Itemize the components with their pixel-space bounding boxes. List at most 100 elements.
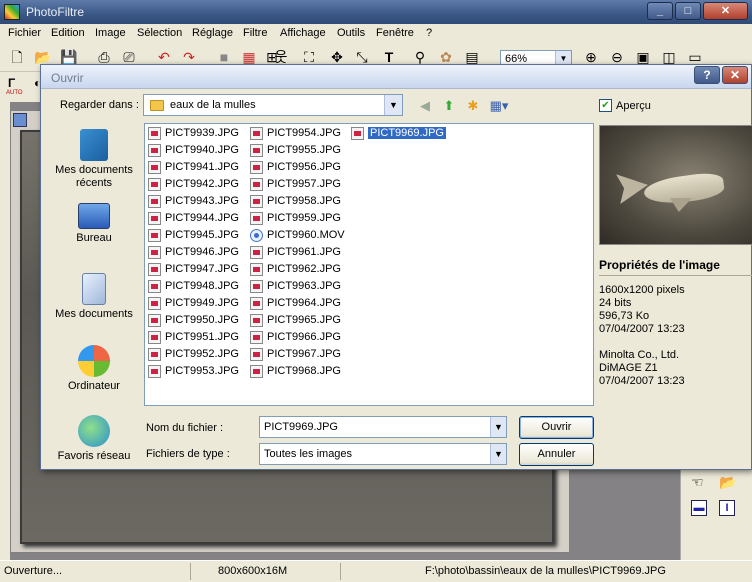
preview-checkbox[interactable]: ✔ [599, 99, 612, 112]
left-panel [0, 102, 10, 560]
new-icon[interactable]: 🗋 [8, 49, 26, 66]
menu-image[interactable]: Image [95, 27, 126, 39]
file-name: PICT9954.JPG [267, 127, 341, 139]
file-item[interactable]: PICT9952.JPG [147, 347, 239, 362]
file-name: PICT9946.JPG [165, 246, 239, 258]
preview-fish-tail [616, 170, 650, 204]
auto-levels-icon[interactable]: Γ [8, 76, 15, 90]
maximize-button[interactable]: □ [675, 2, 701, 20]
file-item[interactable]: PICT9960.MOV [249, 228, 345, 243]
file-item[interactable]: PICT9940.JPG [147, 143, 239, 158]
open-button[interactable]: Ouvrir [519, 416, 594, 439]
menu-affichage[interactable]: Affichage [280, 27, 326, 39]
menu-edition[interactable]: Edition [51, 27, 85, 39]
file-item[interactable]: PICT9946.JPG [147, 245, 239, 260]
file-name: PICT9964.JPG [267, 297, 341, 309]
file-list[interactable]: PICT9939.JPG PICT9940.JPG PICT9941.JPG PICT… [144, 123, 594, 406]
file-item[interactable]: PICT9962.JPG [249, 262, 341, 277]
close-button[interactable]: ✕ [703, 2, 748, 20]
file-name: PICT9967.JPG [267, 348, 341, 360]
file-item[interactable]: PICT9948.JPG [147, 279, 239, 294]
file-item[interactable]: PICT9961.JPG [249, 245, 341, 260]
image-file-icon [148, 365, 161, 378]
chevron-down-icon[interactable]: ▼ [384, 95, 402, 115]
place-desktop[interactable]: Bureau [49, 203, 139, 245]
vertical-icon[interactable]: I [719, 500, 735, 516]
file-name: PICT9959.JPG [267, 212, 341, 224]
hand-icon[interactable]: ☜ [691, 474, 704, 491]
property-date: 07/04/2007 13:23 [599, 323, 685, 335]
file-item[interactable]: PICT9969.JPG [350, 126, 446, 141]
menu-help[interactable]: ? [426, 27, 432, 39]
help-button[interactable]: ? [694, 66, 720, 84]
file-item[interactable]: PICT9967.JPG [249, 347, 341, 362]
file-item[interactable]: PICT9941.JPG [147, 160, 239, 175]
file-item[interactable]: PICT9942.JPG [147, 177, 239, 192]
file-item[interactable]: PICT9944.JPG [147, 211, 239, 226]
look-in-select[interactable]: eaux de la mulles ▼ [143, 94, 403, 116]
horizontal-icon[interactable]: ▬ [691, 500, 707, 516]
view-menu-icon[interactable]: ▦▾ [487, 98, 511, 114]
menu-filtre[interactable]: Filtre [243, 27, 267, 39]
place-my-documents[interactable]: Mes documents [49, 273, 139, 321]
property-size: 596,73 Ko [599, 310, 650, 322]
file-item[interactable]: PICT9939.JPG [147, 126, 239, 141]
image-file-icon [250, 161, 263, 174]
file-item[interactable]: PICT9964.JPG [249, 296, 341, 311]
dialog-title-bar: Ouvrir ? ✕ [41, 65, 751, 89]
file-name: PICT9944.JPG [165, 212, 239, 224]
filename-value: PICT9969.JPG [264, 421, 338, 433]
menu-selection[interactable]: Sélection [137, 27, 182, 39]
file-item[interactable]: PICT9945.JPG [147, 228, 239, 243]
menu-fenetre[interactable]: Fenêtre [376, 27, 414, 39]
video-file-icon [250, 229, 263, 242]
file-item[interactable]: PICT9943.JPG [147, 194, 239, 209]
file-item[interactable]: PICT9965.JPG [249, 313, 341, 328]
file-item[interactable]: PICT9968.JPG [249, 364, 341, 379]
place-network[interactable]: Favoris réseau [49, 415, 139, 463]
file-item[interactable]: PICT9957.JPG [249, 177, 341, 192]
chevron-down-icon[interactable]: ▼ [490, 417, 506, 437]
file-item[interactable]: PICT9947.JPG [147, 262, 239, 277]
chevron-down-icon[interactable]: ▼ [490, 444, 506, 464]
properties-title: Propriétés de l'image [599, 258, 720, 272]
place-label: Favoris réseau [57, 450, 131, 462]
file-item[interactable]: PICT9956.JPG [249, 160, 341, 175]
status-bar: Ouverture... 800x600x16M F:\photo\bassin… [0, 560, 752, 582]
place-recent[interactable]: Mes documents récents [49, 129, 139, 190]
file-item[interactable]: PICT9951.JPG [147, 330, 239, 345]
open-folder-icon[interactable]: 📂 [719, 474, 736, 491]
file-item[interactable]: PICT9950.JPG [147, 313, 239, 328]
my-documents-icon [82, 273, 106, 305]
file-name: PICT9945.JPG [165, 229, 239, 241]
image-file-icon [148, 229, 161, 242]
menu-fichier[interactable]: Fichier [8, 27, 41, 39]
image-file-icon [250, 144, 263, 157]
file-item[interactable]: PICT9954.JPG [249, 126, 341, 141]
filename-input[interactable]: PICT9969.JPG ▼ [259, 416, 507, 438]
cancel-button[interactable]: Annuler [519, 443, 594, 466]
place-label: Bureau [76, 232, 112, 244]
place-computer[interactable]: Ordinateur [49, 345, 139, 393]
file-item[interactable]: PICT9953.JPG [147, 364, 239, 379]
back-icon[interactable]: ◀ [417, 98, 433, 114]
file-item[interactable]: PICT9963.JPG [249, 279, 341, 294]
property-dimensions: 1600x1200 pixels [599, 284, 685, 296]
filetype-select[interactable]: Toutes les images ▼ [259, 443, 507, 465]
image-file-icon [148, 314, 161, 327]
file-item[interactable]: PICT9949.JPG [147, 296, 239, 311]
up-folder-icon[interactable]: ⬆ [441, 98, 457, 114]
dialog-close-button[interactable]: ✕ [722, 66, 748, 84]
new-folder-icon[interactable]: ✱ [465, 98, 481, 114]
file-item[interactable]: PICT9958.JPG [249, 194, 341, 209]
file-name: PICT9941.JPG [165, 161, 239, 173]
file-name: PICT9957.JPG [267, 178, 341, 190]
menu-reglage[interactable]: Réglage [192, 27, 233, 39]
minimize-button[interactable]: _ [647, 2, 673, 20]
menu-outils[interactable]: Outils [337, 27, 365, 39]
file-item[interactable]: PICT9955.JPG [249, 143, 341, 158]
image-file-icon [250, 178, 263, 191]
dialog-title: Ouvrir [51, 71, 84, 85]
file-item[interactable]: PICT9959.JPG [249, 211, 341, 226]
file-item[interactable]: PICT9966.JPG [249, 330, 341, 345]
